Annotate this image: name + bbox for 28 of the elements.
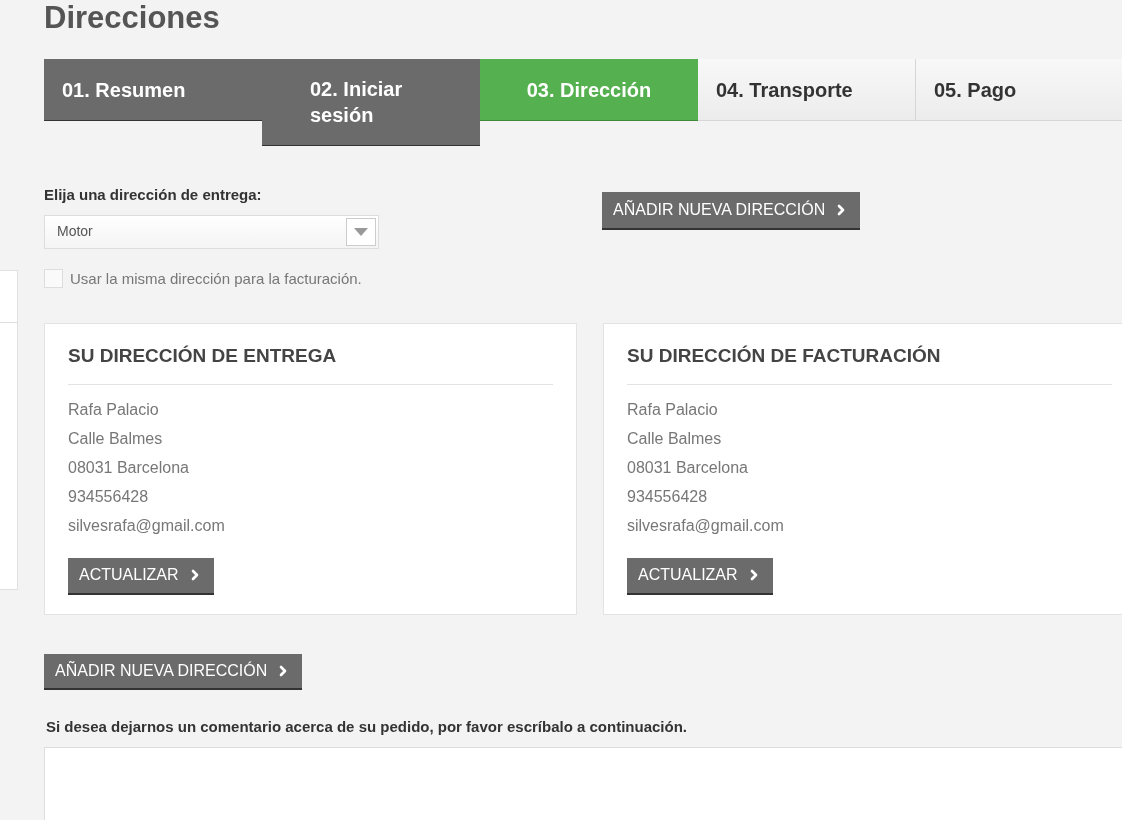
address-line: 08031 Barcelona	[68, 457, 190, 478]
checkout-step-tab[interactable]: 04. Transporte	[698, 59, 916, 121]
checkout-step-tab[interactable]: 05. Pago	[916, 59, 1122, 121]
card-title: SU DIRECCIÓN DE ENTREGA	[68, 342, 553, 385]
address-line: Calle Balmes	[68, 428, 164, 449]
address-line: Rafa Palacio	[627, 399, 719, 420]
checkout-step-tab[interactable]: 01. Resumen	[44, 59, 262, 121]
checkbox[interactable]	[44, 269, 63, 289]
update-button[interactable]: ACTUALIZAR	[68, 557, 214, 595]
checkout-step-tab[interactable]: 03. Dirección	[480, 59, 698, 121]
update-button[interactable]: ACTUALIZAR	[627, 557, 773, 595]
comment-textarea[interactable]	[44, 746, 1122, 820]
delivery-address-select[interactable]: Motor	[44, 214, 379, 249]
address-line: 08031 Barcelona	[627, 457, 749, 478]
address-line: Rafa Palacio	[68, 399, 160, 420]
comment-label: Si desea dejarnos un comentario acerca de su pedido, por favor escríbalo a continuación.	[46, 717, 688, 737]
field-label: Elija una dirección de entrega:	[44, 185, 263, 205]
checkout-step-tab[interactable]: 02. Iniciar sesión	[262, 59, 480, 146]
page-title: Direcciones	[44, 2, 221, 33]
card-title: SU DIRECCIÓN DE FACTURACIÓN	[627, 342, 1112, 385]
checkbox-label: Usar la misma dirección para la facturación.	[70, 268, 362, 289]
add-address-button[interactable]: AÑADIR NUEVA DIRECCIÓN	[602, 192, 861, 230]
address-line: 934556428	[68, 486, 150, 507]
add-address-button[interactable]: AÑADIR NUEVA DIRECCIÓN	[44, 654, 303, 690]
address-line: Calle Balmes	[627, 428, 723, 449]
address-line: silvesrafa@gmail.com	[627, 515, 785, 536]
address-line: 934556428	[627, 486, 709, 507]
address-line: silvesrafa@gmail.com	[68, 515, 226, 536]
